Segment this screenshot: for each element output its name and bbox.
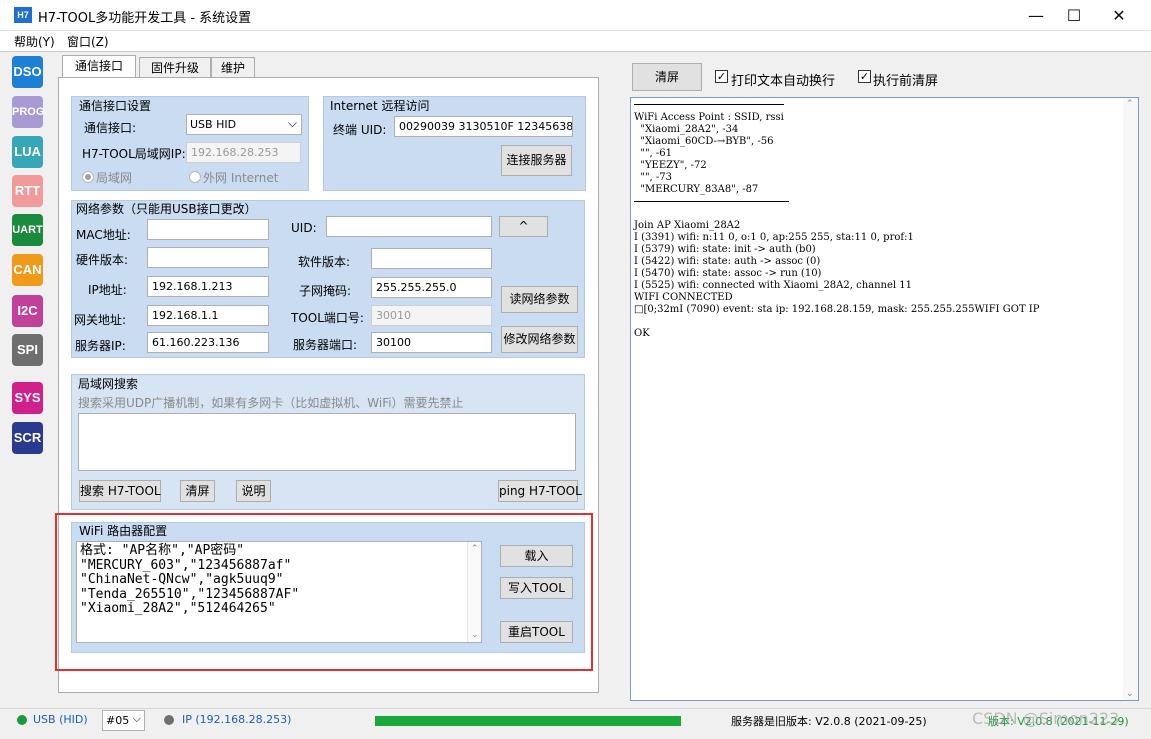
sys-button[interactable]: SYS <box>12 382 43 414</box>
ip-label: IP地址: <box>88 283 127 297</box>
uart-button[interactable]: UART <box>12 214 43 246</box>
radio-lan[interactable] <box>82 171 94 183</box>
progress-fill <box>375 716 681 726</box>
lan-search-title: 局域网搜索 <box>78 377 139 391</box>
mac-field[interactable] <box>147 219 269 240</box>
sw-version-label: 软件版本: <box>298 255 351 269</box>
output-scrollbar[interactable]: ⌃ ⌄ <box>1123 98 1138 700</box>
lan-search-hint: 搜索采用UDP广播机制，如果有多网卡（比如虚拟机、WiFi）需要先禁止 <box>78 396 464 410</box>
separator-line <box>634 104 784 105</box>
hw-version-label: 硬件版本: <box>76 253 129 267</box>
remote-group-title: Internet 远程访问 <box>330 99 430 113</box>
i2c-button[interactable]: I2C <box>12 295 43 327</box>
radio-dot <box>85 174 91 180</box>
separator-line <box>634 201 789 202</box>
server-port-field[interactable]: 30100 <box>371 332 492 353</box>
comm-group-title: 通信接口设置 <box>79 99 152 113</box>
spi-button[interactable]: SPI <box>12 334 43 366</box>
rtt-button[interactable]: RTT <box>12 175 43 207</box>
scroll-up-icon[interactable]: ⌃ <box>1126 99 1134 109</box>
tab-maintain[interactable]: 维护 <box>211 57 255 78</box>
restart-tool-button[interactable]: 重启TOOL <box>500 621 573 643</box>
write-tool-button[interactable]: 写入TOOL <box>500 577 573 599</box>
clear-output-button[interactable]: 清屏 <box>632 63 702 91</box>
radio-internet-label: 外网 Internet <box>203 171 279 185</box>
read-net-button[interactable]: 读网络参数 <box>501 286 578 313</box>
wifi-config-text: 格式: "AP名称","AP密码" "MERCURY_603","1234568… <box>80 543 300 617</box>
sw-version-field[interactable] <box>371 248 492 269</box>
wrap-label: 打印文本自动换行 <box>731 74 836 89</box>
scr-button[interactable]: SCR <box>12 422 43 454</box>
close-button[interactable]: ✕ <box>1096 0 1142 31</box>
server-ip-label: 服务器IP: <box>75 339 126 353</box>
tool-port-label: TOOL端口号: <box>291 311 364 325</box>
uid-label: UID: <box>291 221 317 235</box>
terminal-uid-field[interactable]: 00290039 3130510F 12345638 <box>394 116 573 137</box>
interface-value: USB HID <box>190 118 237 131</box>
clear-before-checkbox[interactable]: ✓ <box>858 70 871 83</box>
can-button[interactable]: CAN <box>12 254 43 286</box>
wifi-config-textarea[interactable]: 格式: "AP名称","AP密码" "MERCURY_603","1234568… <box>76 541 482 643</box>
usb-status-indicator <box>17 715 27 725</box>
lan-search-results[interactable] <box>78 413 576 471</box>
load-button[interactable]: 载入 <box>500 545 573 567</box>
server-version-status: 服务器是旧版本: V2.0.8 (2021-09-25) <box>731 715 927 728</box>
mask-field[interactable]: 255.255.255.0 <box>371 277 492 298</box>
uid-terminal-label: 终端 UID: <box>333 123 387 137</box>
tab-firmware[interactable]: 固件升级 <box>139 57 211 78</box>
radio-lan-label: 局域网 <box>96 171 133 185</box>
menu-help[interactable]: 帮助(Y) <box>14 33 55 50</box>
scroll-down-icon[interactable]: ⌄ <box>1126 689 1134 699</box>
lan-ip-label: H7-TOOL局域网IP: <box>82 147 186 161</box>
wrap-checkbox[interactable]: ✓ <box>715 70 728 83</box>
mask-label: 子网掩码: <box>299 284 352 298</box>
interface-label: 通信接口: <box>84 121 137 135</box>
scroll-up-icon[interactable]: ⌃ <box>471 544 479 554</box>
output-text: WiFi Access Point : SSID, rssi "Xiaomi_2… <box>634 112 1040 339</box>
progress-bar <box>375 716 681 726</box>
chevron-down-icon: ⌵ <box>287 116 297 130</box>
wifi-scrollbar[interactable]: ⌃ ⌄ <box>467 542 481 642</box>
dso-button[interactable]: DSO <box>12 56 43 88</box>
ip-field[interactable]: 192.168.1.213 <box>147 276 269 297</box>
tool-port-field[interactable]: 30010 <box>371 305 492 326</box>
connect-server-button[interactable]: 连接服务器 <box>501 145 572 176</box>
watermark: CSDN @Simon223 <box>972 709 1120 728</box>
clear-before-label: 执行前清屏 <box>873 74 939 89</box>
chevron-down-icon: ⌵ <box>132 712 141 725</box>
tab-comm[interactable]: 通信接口 <box>62 55 136 77</box>
scroll-down-icon[interactable]: ⌄ <box>471 630 479 640</box>
up-button[interactable]: ^ <box>499 216 548 237</box>
modify-net-button[interactable]: 修改网络参数 <box>501 326 578 353</box>
ip-status-indicator <box>164 715 174 725</box>
help-button[interactable]: 说明 <box>236 480 271 502</box>
hw-version-field[interactable] <box>147 247 269 268</box>
prog-button[interactable]: PROG <box>12 96 44 128</box>
lan-ip-field[interactable]: 192.168.28.253 <box>186 142 301 163</box>
net-group-title: 网络参数（只能用USB接口更改） <box>76 202 257 216</box>
wifi-group-title: WiFi 路由器配置 <box>79 524 168 538</box>
menu-bar <box>0 31 1151 51</box>
usb-status: USB (HID) <box>33 713 88 726</box>
ip-status: IP (192.168.28.253) <box>182 713 292 726</box>
menu-window[interactable]: 窗口(Z) <box>67 33 109 50</box>
port-value: #05 <box>106 714 130 727</box>
interface-select[interactable]: USB HID ⌵ <box>186 114 302 135</box>
uid-field[interactable] <box>326 216 492 237</box>
search-tool-button[interactable]: 搜索 H7-TOOL <box>79 480 161 502</box>
gateway-label: 网关地址: <box>74 313 127 327</box>
app-icon: H7 <box>14 7 32 23</box>
output-textarea[interactable]: WiFi Access Point : SSID, rssi "Xiaomi_2… <box>630 97 1139 701</box>
mac-label: MAC地址: <box>76 228 131 242</box>
window-title: H7-TOOL多功能开发工具 - 系统设置 <box>38 11 252 26</box>
gateway-field[interactable]: 192.168.1.1 <box>147 305 269 326</box>
maximize-button[interactable]: ☐ <box>1051 0 1097 31</box>
radio-internet[interactable] <box>189 171 201 183</box>
server-ip-field[interactable]: 61.160.223.136 <box>147 332 269 353</box>
clear-search-button[interactable]: 清屏 <box>180 480 215 502</box>
lua-button[interactable]: LUA <box>12 136 43 168</box>
ping-tool-button[interactable]: ping H7-TOOL <box>498 480 582 502</box>
server-port-label: 服务器端口: <box>293 338 358 352</box>
port-select[interactable]: #05 ⌵ <box>102 710 145 731</box>
